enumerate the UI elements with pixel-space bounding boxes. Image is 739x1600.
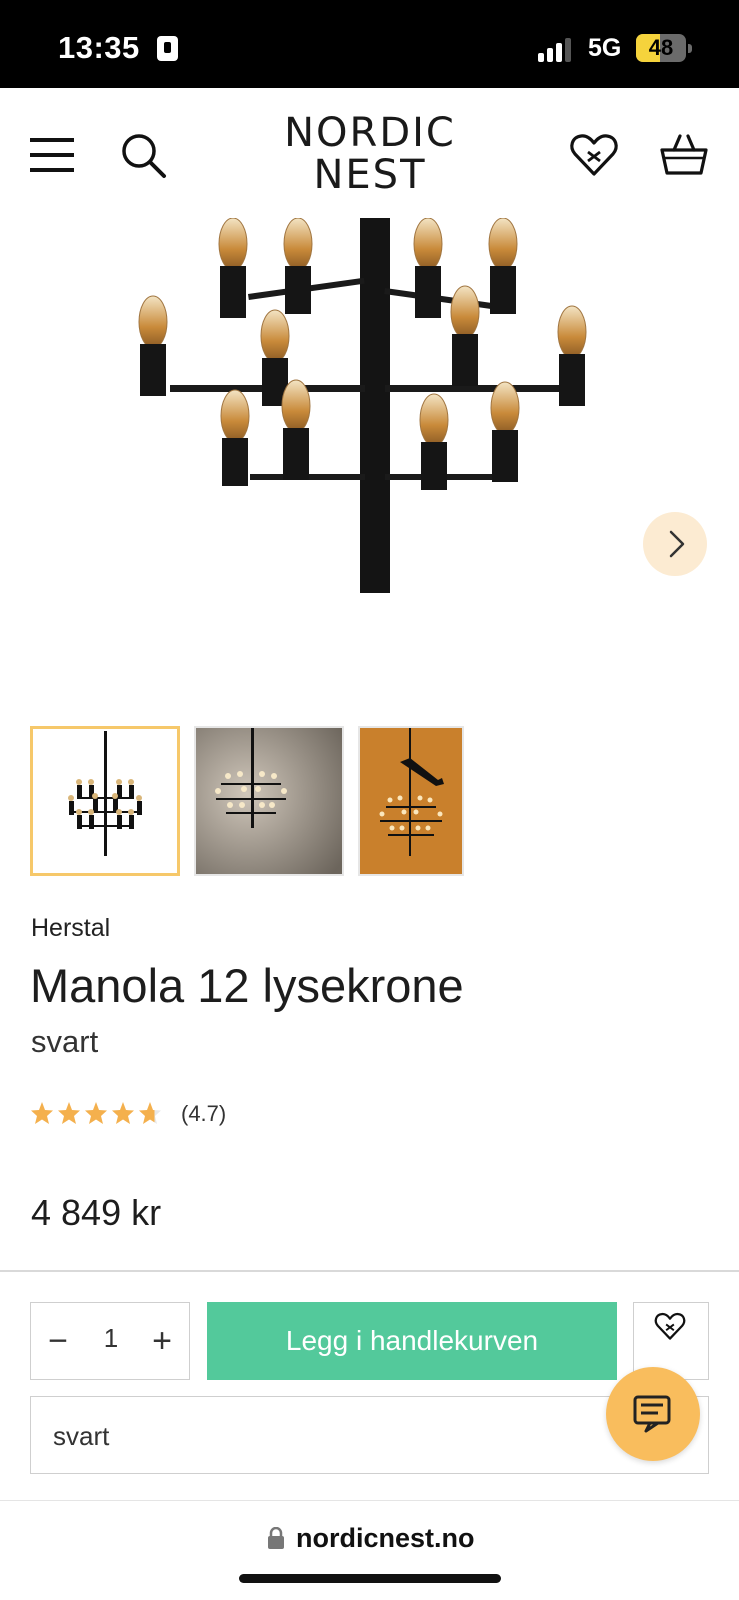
browser-divider xyxy=(0,1500,739,1501)
bulb xyxy=(419,393,449,447)
bulb xyxy=(218,218,248,271)
chandelier-image xyxy=(138,218,587,593)
bulb-holder xyxy=(492,430,518,482)
bulb-holder xyxy=(452,334,478,386)
variant-select-value: svart xyxy=(53,1421,110,1451)
bulb-holder xyxy=(285,266,311,314)
increase-quantity-button[interactable]: + xyxy=(139,1317,185,1365)
product-image-carousel[interactable] xyxy=(0,218,739,678)
bulb-holder xyxy=(421,442,447,490)
star-icon xyxy=(85,1102,107,1124)
wishlist-button[interactable] xyxy=(566,128,622,184)
rating-stars xyxy=(31,1102,161,1124)
star-icon xyxy=(58,1102,80,1124)
star-icon xyxy=(31,1102,53,1124)
bulb xyxy=(488,218,518,271)
chevron-right-icon xyxy=(669,530,685,558)
bulb xyxy=(220,389,250,443)
quantity-stepper: − + xyxy=(30,1302,190,1380)
thumbnail-3[interactable] xyxy=(358,726,464,876)
bulb-holder xyxy=(140,344,166,396)
bulb xyxy=(450,285,480,339)
logo-line-1: NORDIC xyxy=(284,110,456,156)
status-time: 13:35 xyxy=(58,30,140,65)
thumbnail-2[interactable] xyxy=(194,726,344,876)
wishlist-heart-icon xyxy=(570,134,618,176)
search-button[interactable] xyxy=(116,128,172,184)
status-bar: 13:35 5G 48 xyxy=(0,0,739,88)
bulb xyxy=(281,379,311,433)
network-type: 5G xyxy=(588,34,622,62)
bulb-holder xyxy=(559,354,585,406)
padlock-icon xyxy=(268,1527,284,1549)
lock-icon xyxy=(157,36,178,61)
star-icon xyxy=(139,1102,161,1124)
product-title: Manola 12 lysekrone xyxy=(30,959,464,1012)
menu-button[interactable] xyxy=(24,128,80,184)
thumbnail-chandelier-room xyxy=(196,728,342,874)
rating-value: (4.7) xyxy=(181,1101,227,1126)
signal-icon xyxy=(538,38,572,62)
menu-icon xyxy=(30,138,74,172)
bulb-holder xyxy=(283,428,309,480)
product-variant: svart xyxy=(31,1024,99,1059)
bulb xyxy=(283,218,313,271)
star-icon xyxy=(112,1102,134,1124)
bulb xyxy=(260,309,290,363)
bulb xyxy=(557,305,587,359)
thumbnail-1[interactable] xyxy=(30,726,180,876)
home-indicator[interactable] xyxy=(239,1574,501,1583)
decrease-quantity-button[interactable]: − xyxy=(35,1317,81,1365)
bulb-holder xyxy=(222,438,248,486)
battery-icon: 48 xyxy=(636,34,686,62)
wishlist-heart-icon xyxy=(654,1312,686,1340)
thumbnail-chandelier-orange xyxy=(360,728,462,874)
chat-icon xyxy=(633,1395,671,1433)
bulb-holder xyxy=(415,266,441,318)
next-image-button[interactable] xyxy=(643,512,707,576)
battery-percent: 48 xyxy=(648,35,674,60)
product-brand[interactable]: Herstal xyxy=(31,914,110,943)
thumbnail-chandelier-white xyxy=(68,731,142,856)
bulb xyxy=(138,295,168,349)
bulb xyxy=(490,381,520,435)
basket-icon xyxy=(660,134,708,175)
logo-line-2: NEST xyxy=(313,152,427,198)
add-to-cart-button[interactable]: Legg i handlekurven xyxy=(207,1302,617,1380)
site-logo[interactable]: NORDIC NEST xyxy=(270,112,470,196)
battery-tip xyxy=(688,44,692,53)
site-header: NORDIC NEST xyxy=(0,88,739,218)
divider xyxy=(0,1270,739,1272)
basket-button[interactable] xyxy=(656,128,712,184)
chat-button[interactable] xyxy=(606,1367,700,1461)
search-icon xyxy=(122,134,166,178)
bulb-holder xyxy=(490,266,516,314)
url-text: nordicnest.no xyxy=(296,1523,475,1553)
product-price: 4 849 kr xyxy=(31,1192,162,1233)
bulb xyxy=(413,218,443,271)
bulb-holder xyxy=(220,266,246,318)
quantity-input[interactable] xyxy=(89,1323,133,1354)
